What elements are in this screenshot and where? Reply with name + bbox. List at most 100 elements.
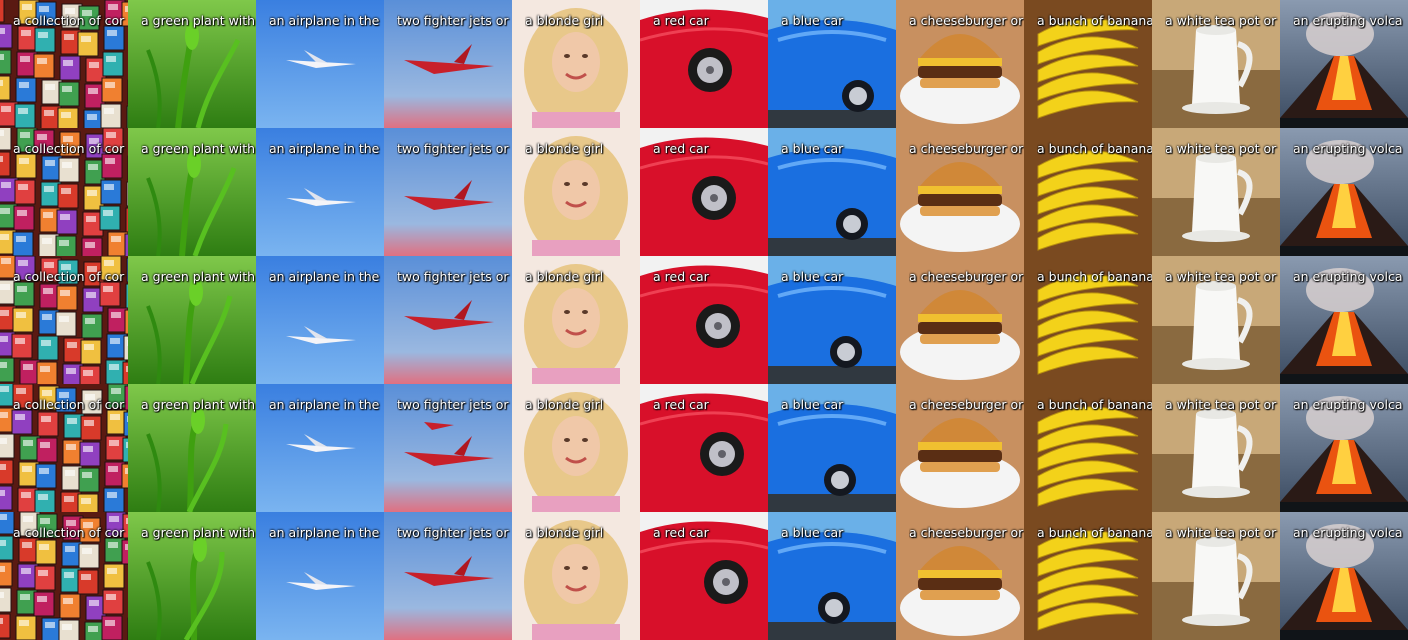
image-tile-redcar[interactable]: a red car — [640, 384, 768, 512]
image-caption: a blonde girl — [525, 269, 604, 284]
image-caption: a cheeseburger or — [909, 141, 1024, 156]
image-caption: a blonde girl — [525, 397, 604, 412]
image-caption: two fighter jets or — [397, 397, 509, 412]
image-caption: a collection of cor — [13, 141, 125, 156]
image-tile-girl[interactable]: a blonde girl — [512, 512, 640, 640]
image-caption: a green plant with — [141, 269, 256, 284]
image-tile-comics[interactable]: a collection of cor — [0, 512, 128, 640]
image-caption: a white tea pot or — [1165, 269, 1277, 284]
image-caption: a collection of cor — [13, 525, 125, 540]
image-tile-burger[interactable]: a cheeseburger or — [896, 512, 1024, 640]
image-tile-airplane[interactable]: an airplane in the — [256, 384, 384, 512]
image-caption: a cheeseburger or — [909, 397, 1024, 412]
image-caption: a blue car — [781, 397, 844, 412]
image-tile-bluecar[interactable]: a blue car — [768, 384, 896, 512]
image-caption: a collection of cor — [13, 13, 125, 28]
image-caption: an airplane in the — [269, 525, 380, 540]
image-caption: a bunch of banana — [1037, 141, 1152, 156]
image-tile-burger[interactable]: a cheeseburger or — [896, 384, 1024, 512]
image-caption: a red car — [653, 13, 709, 28]
image-tile-redcar[interactable]: a red car — [640, 0, 768, 128]
image-caption: an airplane in the — [269, 269, 380, 284]
image-tile-plant[interactable]: a green plant with — [128, 0, 256, 128]
image-tile-bluecar[interactable]: a blue car — [768, 256, 896, 384]
image-tile-girl[interactable]: a blonde girl — [512, 128, 640, 256]
image-tile-bluecar[interactable]: a blue car — [768, 512, 896, 640]
image-caption: a blonde girl — [525, 13, 604, 28]
image-tile-teapot[interactable]: a white tea pot or — [1152, 128, 1280, 256]
image-caption: a bunch of banana — [1037, 397, 1152, 412]
image-tile-girl[interactable]: a blonde girl — [512, 256, 640, 384]
image-caption: two fighter jets or — [397, 13, 509, 28]
image-tile-comics[interactable]: a collection of cor — [0, 384, 128, 512]
image-tile-bananas[interactable]: a bunch of banana — [1024, 384, 1152, 512]
image-tile-plant[interactable]: a green plant with — [128, 512, 256, 640]
image-tile-girl[interactable]: a blonde girl — [512, 0, 640, 128]
image-tile-teapot[interactable]: a white tea pot or — [1152, 256, 1280, 384]
image-tile-jets[interactable]: two fighter jets or — [384, 256, 512, 384]
image-tile-redcar[interactable]: a red car — [640, 128, 768, 256]
image-tile-volcano[interactable]: an erupting volca — [1280, 384, 1408, 512]
image-tile-plant[interactable]: a green plant with — [128, 128, 256, 256]
image-tile-redcar[interactable]: a red car — [640, 512, 768, 640]
image-caption: a blue car — [781, 525, 844, 540]
image-tile-airplane[interactable]: an airplane in the — [256, 512, 384, 640]
image-tile-airplane[interactable]: an airplane in the — [256, 256, 384, 384]
image-tile-teapot[interactable]: a white tea pot or — [1152, 512, 1280, 640]
image-tile-redcar[interactable]: a red car — [640, 256, 768, 384]
image-tile-comics[interactable]: a collection of cor — [0, 256, 128, 384]
image-caption: an erupting volca — [1293, 13, 1403, 28]
image-caption: a cheeseburger or — [909, 13, 1024, 28]
image-caption: a bunch of banana — [1037, 525, 1152, 540]
image-tile-jets[interactable]: two fighter jets or — [384, 512, 512, 640]
image-caption: a blue car — [781, 269, 844, 284]
image-tile-jets[interactable]: two fighter jets or — [384, 128, 512, 256]
image-tile-jets[interactable]: two fighter jets or — [384, 384, 512, 512]
image-tile-volcano[interactable]: an erupting volca — [1280, 0, 1408, 128]
image-tile-bananas[interactable]: a bunch of banana — [1024, 0, 1152, 128]
image-caption: a bunch of banana — [1037, 269, 1152, 284]
image-tile-burger[interactable]: a cheeseburger or — [896, 256, 1024, 384]
image-caption: an airplane in the — [269, 141, 380, 156]
image-tile-comics[interactable]: a collection of cor — [0, 0, 128, 128]
image-caption: a collection of cor — [13, 269, 125, 284]
image-caption: a red car — [653, 525, 709, 540]
image-tile-plant[interactable]: a green plant with — [128, 384, 256, 512]
image-tile-bananas[interactable]: a bunch of banana — [1024, 256, 1152, 384]
image-caption: a cheeseburger or — [909, 269, 1024, 284]
image-tile-burger[interactable]: a cheeseburger or — [896, 0, 1024, 128]
image-tile-volcano[interactable]: an erupting volca — [1280, 512, 1408, 640]
image-caption: a red car — [653, 141, 709, 156]
image-caption: a green plant with — [141, 141, 256, 156]
image-tile-volcano[interactable]: an erupting volca — [1280, 256, 1408, 384]
image-caption: two fighter jets or — [397, 269, 509, 284]
image-caption: a cheeseburger or — [909, 525, 1024, 540]
image-tile-bluecar[interactable]: a blue car — [768, 128, 896, 256]
image-caption: a blonde girl — [525, 525, 604, 540]
image-tile-girl[interactable]: a blonde girl — [512, 384, 640, 512]
image-caption: a collection of cor — [13, 397, 125, 412]
image-caption: an airplane in the — [269, 13, 380, 28]
image-tile-volcano[interactable]: an erupting volca — [1280, 128, 1408, 256]
image-caption: an erupting volca — [1293, 525, 1403, 540]
image-caption: a green plant with — [141, 525, 256, 540]
image-tile-comics[interactable]: a collection of cor — [0, 128, 128, 256]
image-caption: a white tea pot or — [1165, 397, 1277, 412]
image-tile-teapot[interactable]: a white tea pot or — [1152, 0, 1280, 128]
image-tile-airplane[interactable]: an airplane in the — [256, 0, 384, 128]
image-caption: a green plant with — [141, 397, 256, 412]
image-tile-plant[interactable]: a green plant with — [128, 256, 256, 384]
image-tile-airplane[interactable]: an airplane in the — [256, 128, 384, 256]
image-tile-bluecar[interactable]: a blue car — [768, 0, 896, 128]
image-tile-burger[interactable]: a cheeseburger or — [896, 128, 1024, 256]
image-tile-teapot[interactable]: a white tea pot or — [1152, 384, 1280, 512]
image-caption: a bunch of banana — [1037, 13, 1152, 28]
image-tile-jets[interactable]: two fighter jets or — [384, 0, 512, 128]
image-caption: a blue car — [781, 141, 844, 156]
image-caption: a blonde girl — [525, 141, 604, 156]
image-caption: two fighter jets or — [397, 141, 509, 156]
image-caption: an erupting volca — [1293, 269, 1403, 284]
image-tile-bananas[interactable]: a bunch of banana — [1024, 512, 1152, 640]
image-caption: a white tea pot or — [1165, 525, 1277, 540]
image-tile-bananas[interactable]: a bunch of banana — [1024, 128, 1152, 256]
